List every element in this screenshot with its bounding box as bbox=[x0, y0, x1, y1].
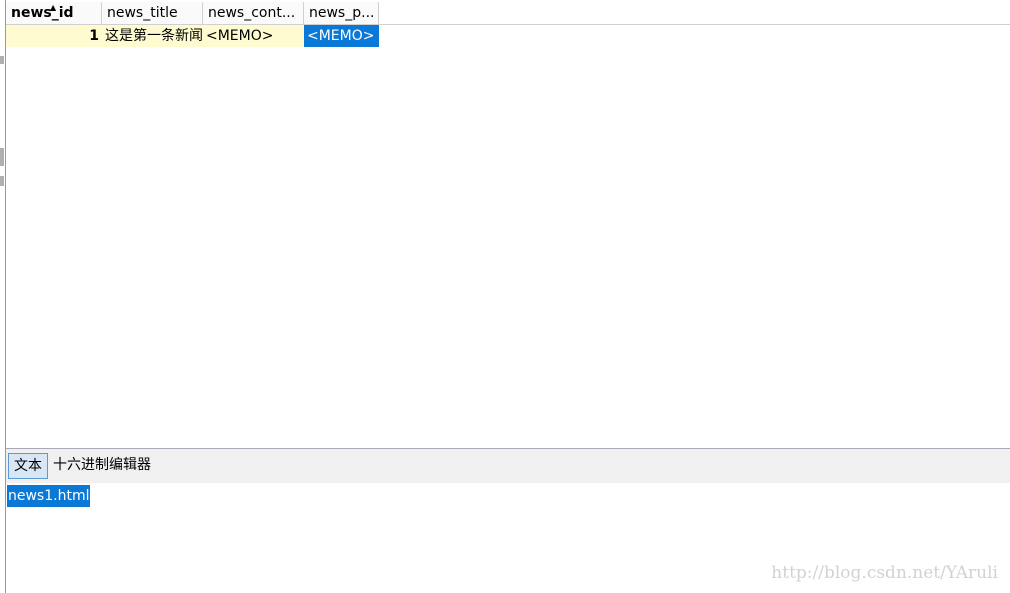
watermark: http://blog.csdn.net/YAruli bbox=[771, 563, 998, 583]
editor-tab-bar: 文本 十六进制编辑器 bbox=[6, 449, 1010, 483]
left-pane-fragment bbox=[0, 176, 4, 186]
data-grid[interactable]: news_id ▲ news_title news_cont... news_p… bbox=[6, 2, 1010, 448]
cell-news-id[interactable]: 1 bbox=[6, 25, 102, 47]
cell-news-p-selected[interactable]: <MEMO> bbox=[304, 25, 379, 47]
tab-text[interactable]: 文本 bbox=[8, 453, 48, 479]
column-header-label: news_cont... bbox=[208, 5, 296, 21]
table-row[interactable]: 1 这是第一条新闻 <MEMO> <MEMO> bbox=[6, 25, 1010, 47]
grid-header: news_id ▲ news_title news_cont... news_p… bbox=[6, 2, 1010, 25]
cell-news-content[interactable]: <MEMO> bbox=[203, 25, 304, 47]
column-header-news-p[interactable]: news_p... bbox=[304, 2, 379, 24]
sort-ascending-icon: ▲ bbox=[50, 3, 57, 12]
column-header-label: news_title bbox=[107, 5, 178, 21]
cell-news-title[interactable]: 这是第一条新闻 bbox=[102, 25, 203, 47]
tab-hex-editor[interactable]: 十六进制编辑器 bbox=[48, 453, 156, 479]
table-data-viewer: news_id ▲ news_title news_cont... news_p… bbox=[0, 0, 1010, 593]
column-header-label: news_id bbox=[11, 5, 74, 21]
left-pane-fragment bbox=[0, 148, 4, 166]
column-header-news-content[interactable]: news_cont... bbox=[203, 2, 304, 24]
column-header-news-title[interactable]: news_title bbox=[102, 2, 203, 24]
editor-selected-text[interactable]: news1.html bbox=[7, 485, 91, 507]
column-header-news-id[interactable]: news_id ▲ bbox=[6, 2, 102, 24]
left-pane-fragment bbox=[0, 56, 4, 64]
column-header-label: news_p... bbox=[309, 5, 375, 21]
